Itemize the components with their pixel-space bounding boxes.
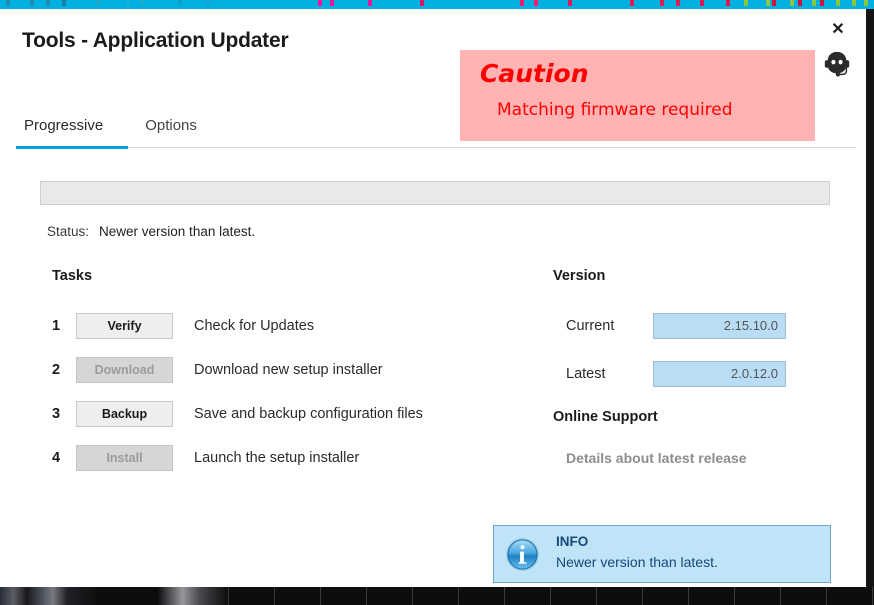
tab-bar: Progressive Options [16,117,205,144]
online-support-heading: Online Support [553,409,658,425]
status-value: Newer version than latest. [99,224,256,239]
strip-tick [772,0,776,6]
strip-tick [864,0,868,6]
strip-tick [420,0,424,6]
strip-tick [62,0,66,6]
taskbar-separator [412,587,413,605]
latest-release-details-link[interactable]: Details about latest release [566,450,747,466]
strip-tick [790,0,794,6]
window-right-edge [866,9,874,587]
task-description: Save and backup configuration files [194,406,423,422]
taskbar-left-blur [0,587,96,605]
headset-support-icon[interactable] [822,49,852,79]
task-row: 2 Download Download new setup installer [52,348,522,392]
strip-tick [630,0,634,6]
task-row: 3 Backup Save and backup configuration f… [52,392,522,436]
strip-tick [820,0,824,6]
strip-tick [96,0,100,6]
strip-tick [126,0,130,6]
strip-tick [30,0,34,6]
tab-progressive[interactable]: Progressive [16,117,111,144]
tab-bar-divider [128,147,856,148]
taskbar-separator [688,587,689,605]
caution-banner: Caution Matching firmware required [460,50,815,141]
taskbar-separator [550,587,551,605]
tab-options[interactable]: Options [137,117,205,144]
caution-message: Matching firmware required [497,100,733,120]
taskbar-separator [872,587,873,605]
download-button[interactable]: Download [76,357,173,383]
strip-tick [206,0,210,6]
taskbar-separator [596,587,597,605]
strip-tick [6,0,10,6]
version-heading: Version [553,268,606,284]
task-row: 1 Verify Check for Updates [52,304,522,348]
latest-version-label: Latest [566,366,606,382]
strip-tick [568,0,572,6]
strip-tick [318,0,322,6]
task-row: 4 Install Launch the setup installer [52,436,522,480]
strip-tick [368,0,372,6]
status-label: Status: [47,224,90,239]
task-number: 2 [52,362,61,378]
strip-tick [520,0,524,6]
version-row: Current 2.15.10.0 [566,302,836,350]
strip-tick [534,0,538,6]
strip-tick [676,0,680,6]
task-description: Check for Updates [194,318,315,334]
taskbar-separator [780,587,781,605]
taskbar-separator [642,587,643,605]
info-circle-icon [505,537,540,572]
verify-button[interactable]: Verify [76,313,173,339]
task-number: 3 [52,406,61,422]
info-panel: INFO Newer version than latest. [493,525,831,583]
taskbar-mid-blur [158,587,228,605]
strip-tick [766,0,770,6]
page-title: Tools - Application Updater [22,29,289,52]
task-description: Launch the setup installer [194,450,360,466]
taskbar-separator [274,587,275,605]
task-number: 4 [52,450,61,466]
backup-button[interactable]: Backup [76,401,173,427]
strip-tick [852,0,856,6]
latest-version-field[interactable]: 2.0.12.0 [653,361,786,387]
strip-tick [726,0,730,6]
strip-tick [178,0,182,6]
strip-tick [744,0,748,6]
taskbar-separator [228,587,229,605]
current-version-field[interactable]: 2.15.10.0 [653,313,786,339]
strip-tick [798,0,802,6]
taskbar-separator [320,587,321,605]
task-number: 1 [52,318,61,334]
version-row: Latest 2.0.12.0 [566,350,836,398]
current-version-label: Current [566,318,615,334]
taskbar-separator [504,587,505,605]
caution-title: Caution [480,59,589,88]
install-button[interactable]: Install [76,445,173,471]
info-title: INFO [556,534,589,549]
tasks-heading: Tasks [52,268,93,284]
info-message: Newer version than latest. [556,554,718,570]
taskbar-separator [458,587,459,605]
strip-tick [660,0,664,6]
strip-tick [812,0,816,6]
strip-tick [836,0,840,6]
top-color-strip [0,0,874,9]
strip-tick [46,0,50,6]
strip-tick [330,0,334,6]
taskbar-separator [734,587,735,605]
task-description: Download new setup installer [194,362,383,378]
taskbar-separator [366,587,367,605]
version-list: Current 2.15.10.0 Latest 2.0.12.0 [566,302,836,398]
bottom-taskbar-strip [0,587,874,605]
status-row: Status: Newer version than latest. [47,224,255,239]
close-icon[interactable]: ✕ [826,19,850,41]
strip-tick [140,0,144,6]
task-list: 1 Verify Check for Updates 2 Download Do… [52,304,522,480]
strip-tick [700,0,704,6]
taskbar-separator [826,587,827,605]
progress-bar [40,181,830,205]
tab-active-underline [16,146,128,149]
updater-window: Tools - Application Updater ✕ Caution Ma… [0,9,874,587]
